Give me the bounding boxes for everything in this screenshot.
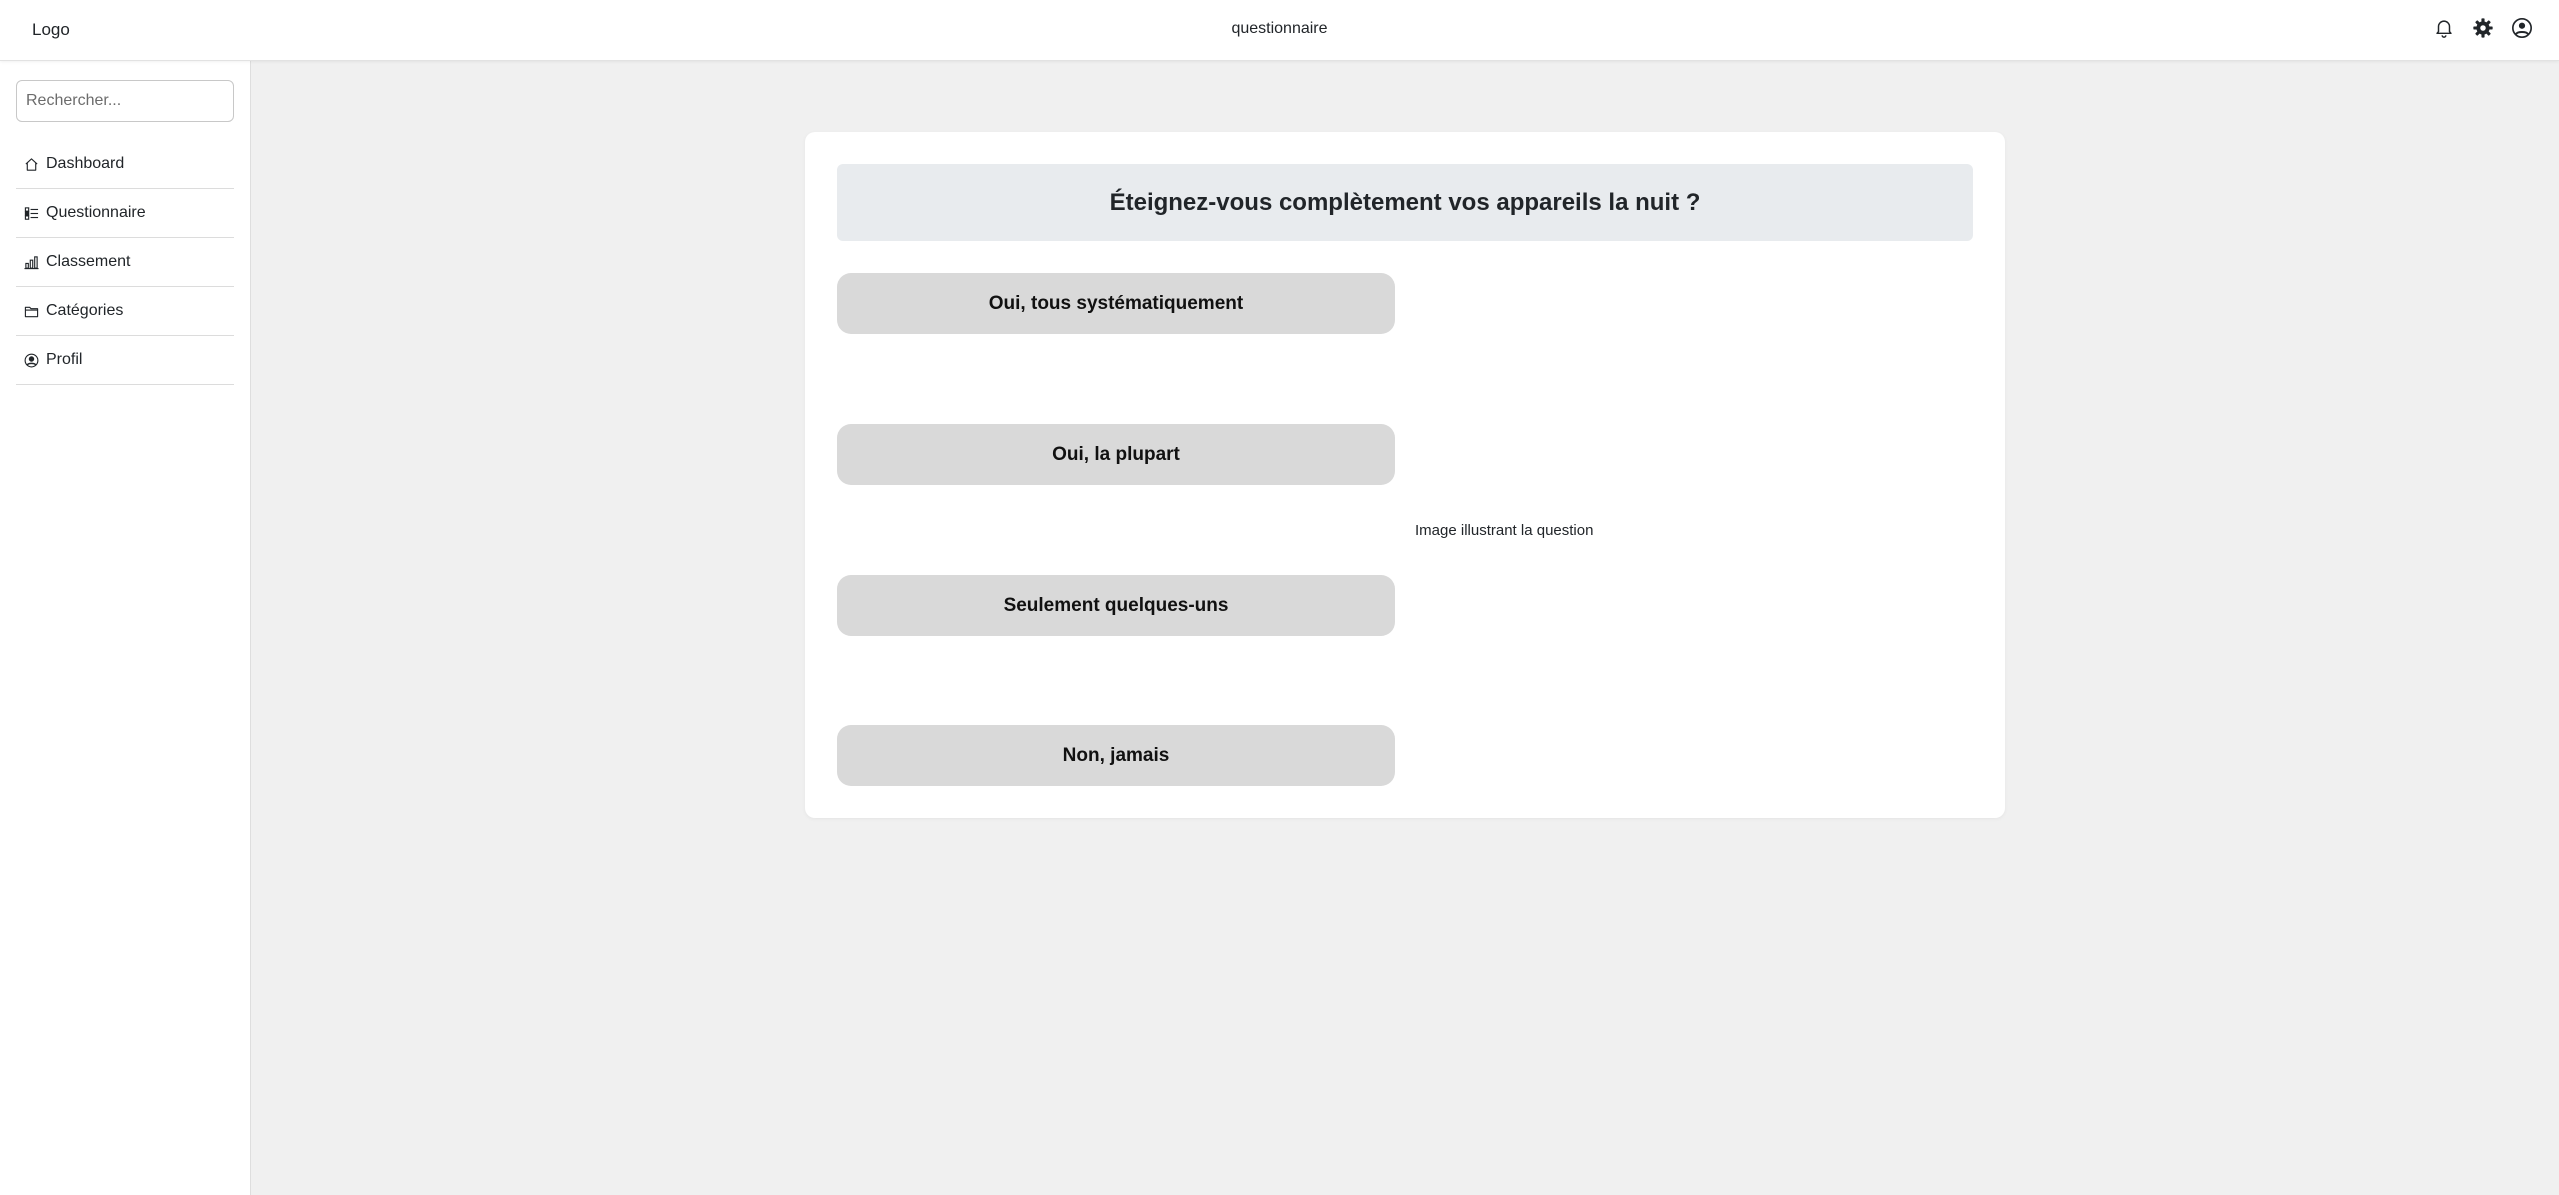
- header-actions: [2433, 17, 2533, 39]
- answer-button-4[interactable]: Non, jamais: [837, 725, 1395, 786]
- sidebar-item-label: Profil: [46, 351, 83, 368]
- gear-icon[interactable]: [2472, 17, 2494, 39]
- sidebar-item-label: Catégories: [46, 302, 124, 319]
- page-title: questionnaire: [1231, 20, 1328, 37]
- folder-icon: [24, 306, 39, 317]
- top-navbar: Logo questionnaire: [0, 0, 2559, 61]
- sidebar: Dashboard Questionnaire Classement Catég…: [0, 61, 251, 1195]
- answer-button-3[interactable]: Seulement quelques-uns: [837, 575, 1395, 636]
- sidebar-item-categories[interactable]: Catégories: [16, 287, 234, 336]
- sidebar-nav: Dashboard Questionnaire Classement Catég…: [16, 140, 234, 385]
- answer-button-2[interactable]: Oui, la plupart: [837, 424, 1395, 485]
- sidebar-item-classement[interactable]: Classement: [16, 238, 234, 287]
- home-icon: [25, 157, 38, 171]
- bell-icon[interactable]: [2433, 17, 2455, 39]
- sidebar-item-label: Classement: [46, 253, 131, 270]
- sidebar-item-questionnaire[interactable]: Questionnaire: [16, 189, 234, 238]
- question-card: Éteignez-vous complètement vos appareils…: [805, 132, 2005, 818]
- user-circle-icon[interactable]: [2511, 17, 2533, 39]
- question-text: Éteignez-vous complètement vos appareils…: [837, 164, 1973, 241]
- sidebar-item-label: Questionnaire: [46, 204, 146, 221]
- sidebar-item-profil[interactable]: Profil: [16, 336, 234, 385]
- list-icon: [24, 206, 39, 220]
- sidebar-item-dashboard[interactable]: Dashboard: [16, 140, 234, 189]
- answer-button-1[interactable]: Oui, tous systématiquement: [837, 273, 1395, 334]
- question-image: Image illustrant la question: [1415, 522, 1594, 539]
- search-input[interactable]: [16, 80, 234, 122]
- sidebar-item-label: Dashboard: [46, 155, 125, 172]
- user-circle-icon: [24, 353, 39, 367]
- bar-chart-icon: [24, 255, 39, 269]
